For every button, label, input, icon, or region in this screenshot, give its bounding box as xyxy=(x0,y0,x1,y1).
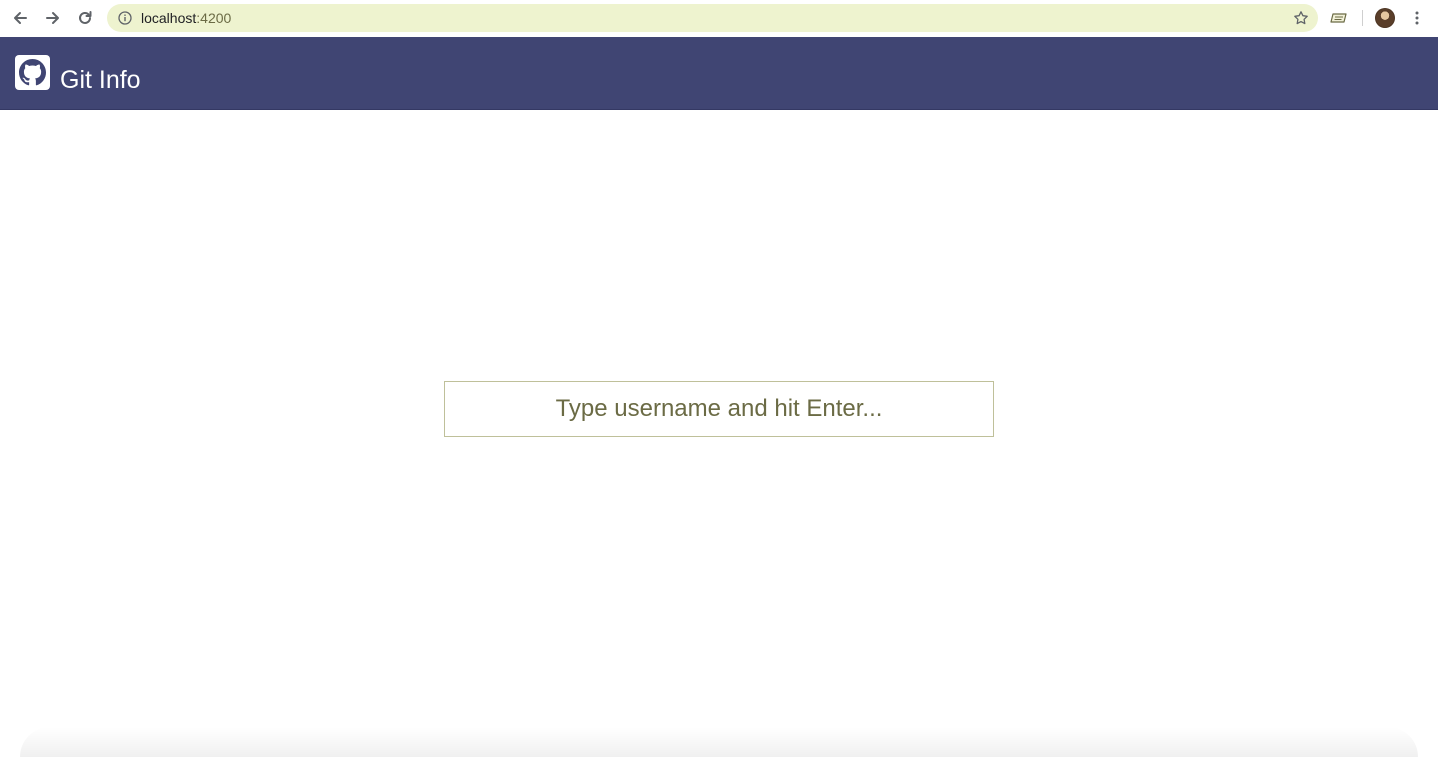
forward-button[interactable] xyxy=(41,7,65,29)
url-host: localhost xyxy=(141,10,197,26)
star-icon[interactable] xyxy=(1293,10,1309,26)
info-icon[interactable] xyxy=(118,11,132,25)
username-search-input[interactable] xyxy=(444,381,994,437)
address-bar[interactable]: localhost:4200 xyxy=(107,4,1318,32)
kebab-menu-icon[interactable] xyxy=(1409,10,1425,26)
reload-icon xyxy=(79,11,92,24)
arrow-right-icon xyxy=(46,12,59,24)
app-header: Git Info xyxy=(0,37,1438,110)
back-button[interactable] xyxy=(8,7,32,29)
bottom-shadow xyxy=(20,727,1418,757)
avatar[interactable] xyxy=(1375,8,1395,28)
browser-toolbar: localhost:4200 xyxy=(0,0,1438,37)
arrow-left-icon xyxy=(14,12,27,24)
url-port: :4200 xyxy=(196,10,232,26)
url-text: localhost:4200 xyxy=(141,10,231,26)
extension-icon[interactable] xyxy=(1330,10,1350,26)
github-icon xyxy=(15,55,50,90)
toolbar-separator xyxy=(1362,10,1363,26)
reload-button[interactable] xyxy=(73,7,97,29)
app-title: Git Info xyxy=(60,66,141,94)
